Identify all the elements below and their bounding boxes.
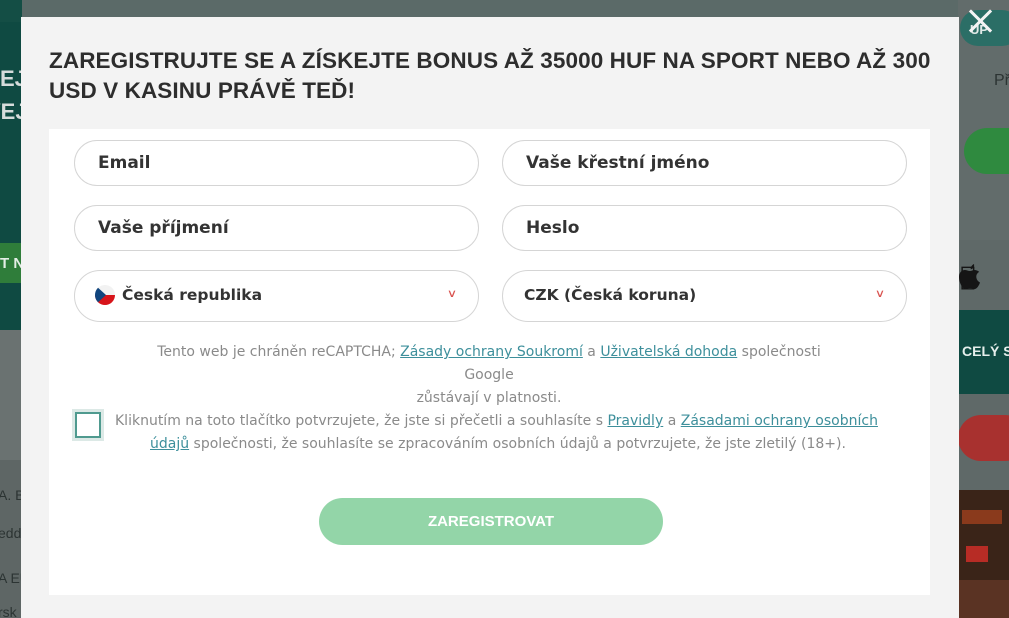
consent-checkbox[interactable]: [75, 412, 101, 438]
consent-text: Kliknutím na toto tlačítko potvrzujete, …: [115, 413, 878, 452]
background-left-strip: EJ VEJ T N A. B edd A EU rsk: [0, 0, 30, 618]
bg-text: CELÝ S: [962, 343, 1009, 359]
last-name-field[interactable]: Vaše příjmení: [74, 205, 479, 251]
recaptcha-notice: Tento web je chráněn reCAPTCHA; Zásady o…: [157, 344, 821, 406]
password-placeholder: Heslo: [526, 218, 580, 238]
czech-flag-icon: [95, 285, 115, 305]
privacy-link[interactable]: Zásadami ochrany osobních: [681, 413, 878, 429]
apple-icon: [959, 264, 980, 289]
bg-top-band: [0, 0, 22, 22]
bg-green-pill: [964, 128, 1009, 174]
last-name-placeholder: Vaše příjmení: [98, 218, 229, 238]
chevron-down-icon: ∨: [874, 287, 886, 300]
currency-select[interactable]: CZK (Česká koruna) ∨: [502, 270, 907, 322]
chevron-down-icon: ∨: [446, 287, 458, 300]
registration-modal: ZAREGISTRUJTE SE A ZÍSKEJTE BONUS AŽ 350…: [21, 17, 959, 618]
background-right-strip: UP Př  CELÝ S: [958, 0, 1009, 618]
registration-form: Email Vaše křestní jméno Vaše příjmení H…: [49, 129, 930, 595]
bg-promo-image: [958, 490, 1009, 618]
first-name-field[interactable]: Vaše křestní jméno: [502, 140, 907, 186]
privacy-policy-link[interactable]: Zásady ochrany Soukromí: [400, 344, 583, 360]
bg-red-pill: [958, 415, 1009, 461]
currency-select-value: CZK (Česká koruna): [524, 286, 697, 304]
email-placeholder: Email: [98, 153, 151, 173]
bg-text: rsk: [0, 604, 17, 618]
country-select-value: Česká republika: [122, 286, 263, 304]
modal-title: ZAREGISTRUJTE SE A ZÍSKEJTE BONUS AŽ 350…: [49, 48, 931, 103]
password-field[interactable]: Heslo: [502, 205, 907, 251]
privacy-link[interactable]: údajů: [150, 436, 189, 452]
terms-of-service-link[interactable]: Uživatelská dohoda: [600, 344, 737, 360]
rules-link[interactable]: Pravidly: [607, 413, 663, 429]
bg-text: edd: [0, 525, 22, 541]
country-select[interactable]: Česká republika ∨: [74, 270, 479, 322]
register-button[interactable]: ZAREGISTROVAT: [319, 498, 663, 545]
close-icon[interactable]: [965, 6, 995, 36]
bg-text: Př: [994, 72, 1009, 89]
first-name-placeholder: Vaše křestní jméno: [526, 153, 710, 173]
bg-grey-block: [0, 330, 22, 460]
email-field[interactable]: Email: [74, 140, 479, 186]
